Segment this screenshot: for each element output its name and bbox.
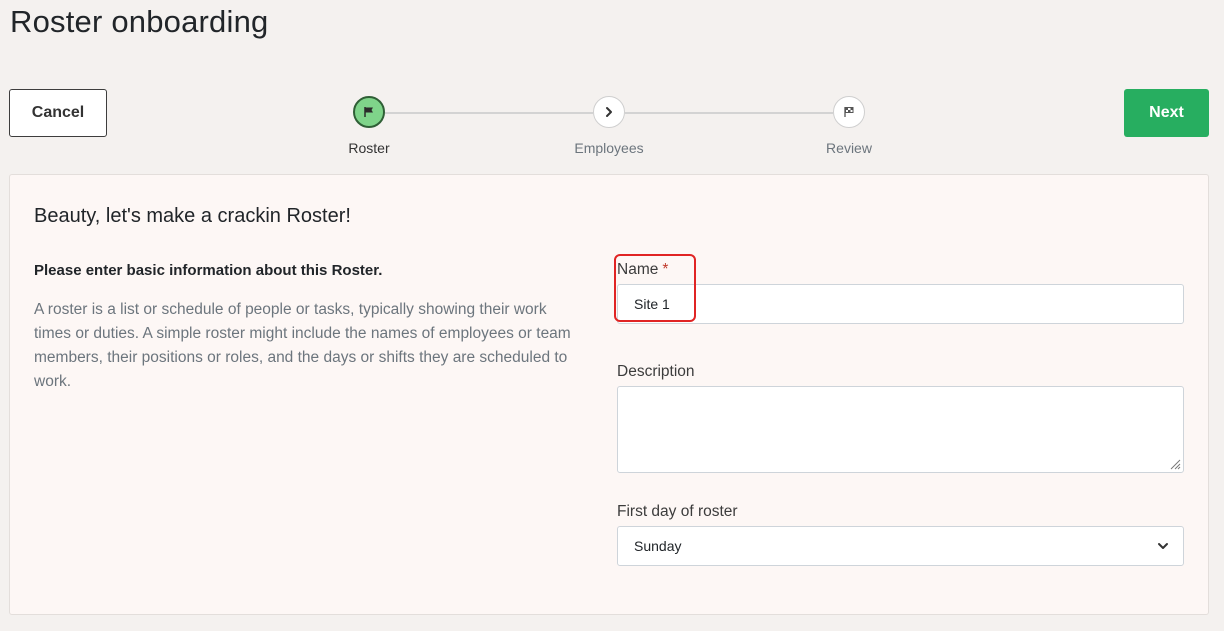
name-input[interactable] (617, 284, 1184, 324)
cancel-button[interactable]: Cancel (9, 89, 107, 137)
first-day-select[interactable]: Sunday (617, 526, 1184, 566)
flag-icon (364, 107, 373, 117)
resize-grip-icon[interactable] (1169, 458, 1181, 470)
step-review[interactable] (833, 96, 865, 128)
card-heading: Beauty, let's make a crackin Roster! (34, 205, 351, 227)
first-day-selected-value: Sunday (634, 538, 682, 554)
step-label-employees: Employees (574, 140, 644, 156)
first-day-label: First day of roster (617, 503, 738, 520)
chevron-down-icon (1158, 543, 1168, 549)
step-roster[interactable] (353, 96, 385, 128)
intro-text: A roster is a list or schedule of people… (34, 301, 571, 390)
checkered-flag-icon (844, 107, 854, 117)
name-field-highlight (614, 254, 696, 322)
step-label-review: Review (826, 140, 872, 156)
intro-title: Please enter basic information about thi… (34, 262, 383, 279)
roster-form-card: Beauty, let's make a crackin Roster! Ple… (9, 174, 1209, 615)
next-button[interactable]: Next (1124, 89, 1209, 137)
step-connector (385, 112, 593, 114)
chevron-right-icon (606, 107, 612, 117)
page-title: Roster onboarding (10, 4, 269, 39)
description-label: Description (617, 363, 695, 380)
step-label-roster: Roster (348, 140, 390, 156)
description-textarea[interactable] (617, 386, 1184, 473)
step-employees[interactable] (593, 96, 625, 128)
step-connector (625, 112, 833, 114)
